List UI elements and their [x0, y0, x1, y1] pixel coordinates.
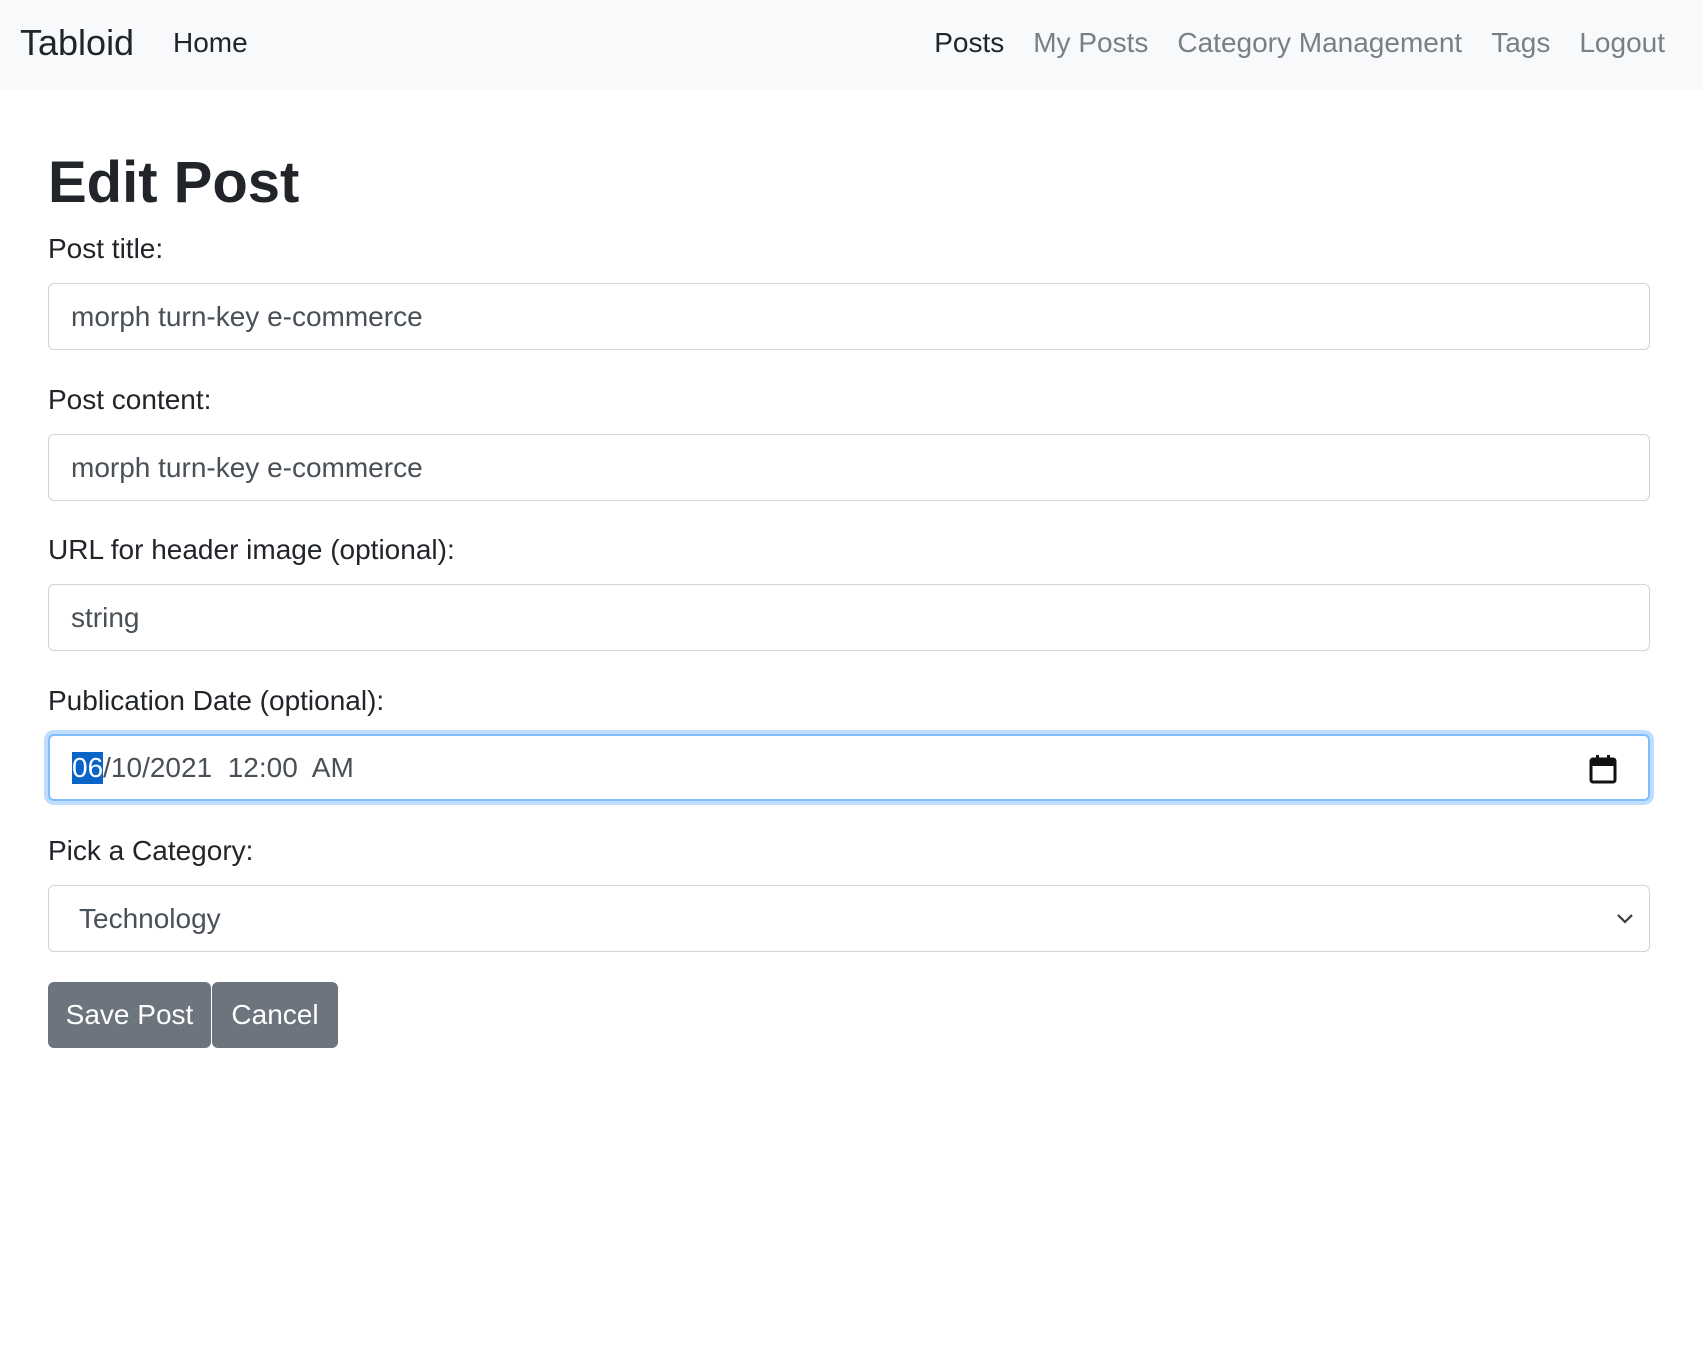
date-month-segment[interactable]: 06 — [72, 751, 104, 784]
save-post-button[interactable]: Save Post — [48, 982, 211, 1048]
cancel-button[interactable]: Cancel — [212, 982, 338, 1048]
nav-logout-link[interactable]: Logout — [1579, 26, 1665, 60]
date-rest-segment[interactable]: /10/2021 12:00 AM — [103, 752, 354, 784]
post-content-value: morph turn-key e-commerce — [71, 451, 423, 483]
post-content-label: Post content: — [48, 384, 212, 415]
image-url-label: URL for header image (optional): — [48, 534, 455, 565]
chevron-down-icon — [1617, 914, 1633, 924]
nav-links: Posts My Posts Category Management Tags … — [934, 26, 1665, 60]
nav-my-posts-link[interactable]: My Posts — [1033, 26, 1148, 60]
category-label: Pick a Category: — [48, 835, 254, 866]
page-title: Edit Post — [48, 150, 300, 215]
nav-tags-link[interactable]: Tags — [1491, 26, 1550, 60]
nav-posts-link[interactable]: Posts — [934, 26, 1004, 60]
publication-date-input[interactable]: 06/10/2021 12:00 AM — [48, 734, 1650, 801]
post-content-input[interactable]: morph turn-key e-commerce — [48, 434, 1650, 501]
calendar-icon[interactable] — [1588, 753, 1618, 785]
nav-category-management-link[interactable]: Category Management — [1177, 26, 1462, 60]
category-selected-value: Technology — [79, 902, 221, 934]
category-select[interactable]: Technology — [48, 885, 1650, 952]
post-title-value: morph turn-key e-commerce — [71, 300, 423, 332]
post-title-label: Post title: — [48, 233, 164, 264]
nav-home-link[interactable]: Home — [173, 26, 248, 60]
publication-date-label: Publication Date (optional): — [48, 685, 385, 716]
brand-logo[interactable]: Tabloid — [20, 20, 134, 66]
image-url-input[interactable]: string — [48, 584, 1650, 651]
navbar: Tabloid Home Posts My Posts Category Man… — [0, 0, 1702, 90]
image-url-value: string — [71, 601, 140, 633]
post-title-input[interactable]: morph turn-key e-commerce — [48, 283, 1650, 350]
